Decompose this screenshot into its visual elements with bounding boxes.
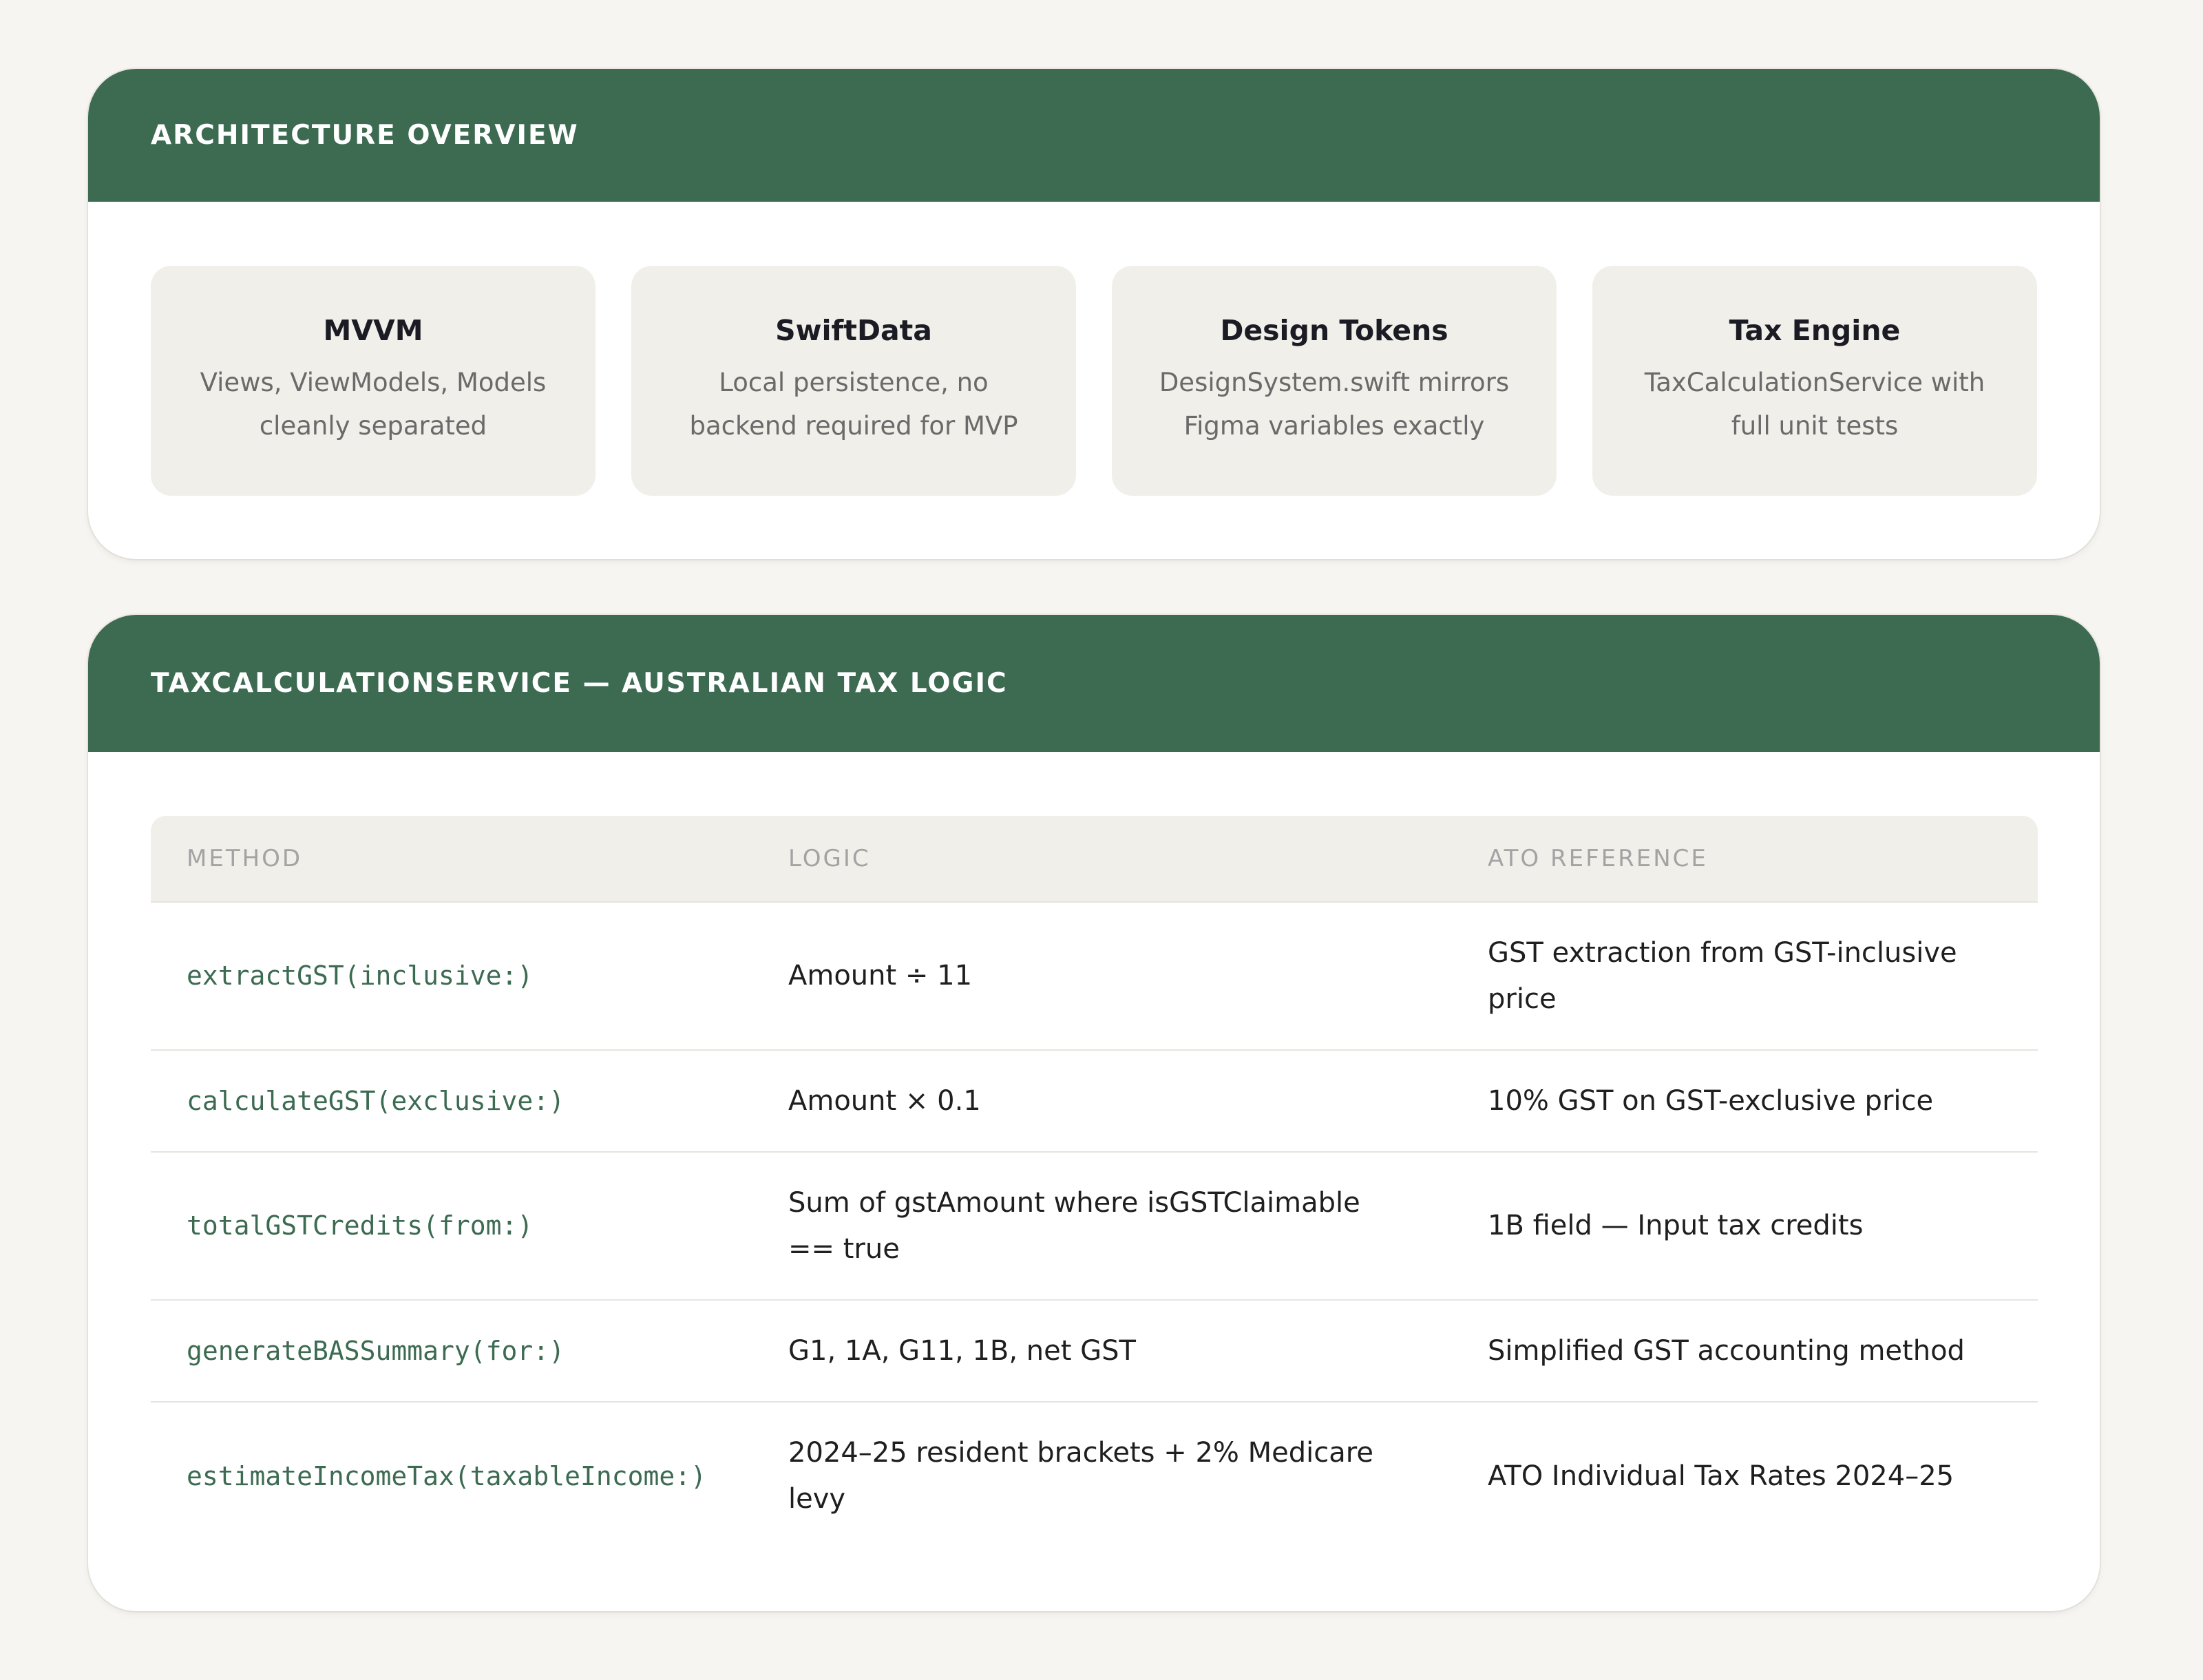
method-cell: generateBASSummary(for:) bbox=[151, 1299, 752, 1402]
method-cell: estimateIncomeTax(taxableIncome:) bbox=[151, 1401, 752, 1550]
column-header-ato-reference: ATO REFERENCE bbox=[1488, 845, 1708, 872]
reference-cell: ATO Individual Tax Rates 2024–25 bbox=[1452, 1401, 2038, 1550]
architecture-tile-swiftdata: SwiftData Local persistence, no backend … bbox=[631, 266, 1076, 496]
table-row: calculateGST(exclusive:) Amount × 0.1 10… bbox=[151, 1049, 2038, 1152]
tile-title: Tax Engine bbox=[1729, 314, 1901, 347]
architecture-tiles: MVVM Views, ViewModels, Models cleanly s… bbox=[151, 266, 2037, 496]
column-header-logic: LOGIC bbox=[788, 845, 871, 872]
tax-service-header: TAXCALCULATIONSERVICE — AUSTRALIAN TAX L… bbox=[88, 615, 2100, 752]
architecture-tile-mvvm: MVVM Views, ViewModels, Models cleanly s… bbox=[151, 266, 595, 496]
logic-cell: 2024–25 resident brackets + 2% Medicare … bbox=[752, 1401, 1452, 1550]
tax-methods-table: METHOD LOGIC ATO REFERENCE extractGST(in… bbox=[151, 816, 2038, 1550]
architecture-overview-title: ARCHITECTURE OVERVIEW bbox=[151, 120, 579, 151]
table-row: generateBASSummary(for:) G1, 1A, G11, 1B… bbox=[151, 1299, 2038, 1402]
reference-cell: 10% GST on GST-exclusive price bbox=[1452, 1049, 2038, 1152]
architecture-overview-card: ARCHITECTURE OVERVIEW MVVM Views, ViewMo… bbox=[88, 69, 2100, 559]
logic-cell: Sum of gstAmount where isGSTClaimable ==… bbox=[752, 1151, 1452, 1300]
logic-cell: Amount ÷ 11 bbox=[752, 901, 1452, 1050]
tile-title: MVVM bbox=[323, 314, 423, 347]
table-header-row: METHOD LOGIC ATO REFERENCE bbox=[151, 816, 2038, 902]
table-row: extractGST(inclusive:) Amount ÷ 11 GST e… bbox=[151, 901, 2038, 1050]
table-row: totalGSTCredits(from:) Sum of gstAmount … bbox=[151, 1151, 2038, 1300]
tile-description: TaxCalculationService with full unit tes… bbox=[1644, 368, 1985, 441]
tile-description: Views, ViewModels, Models cleanly separa… bbox=[200, 368, 547, 441]
architecture-overview-header: ARCHITECTURE OVERVIEW bbox=[88, 69, 2100, 202]
method-cell: calculateGST(exclusive:) bbox=[151, 1049, 752, 1152]
tax-calculation-service-card: TAXCALCULATIONSERVICE — AUSTRALIAN TAX L… bbox=[88, 615, 2100, 1611]
tile-title: SwiftData bbox=[775, 314, 932, 347]
column-header-method: METHOD bbox=[187, 845, 303, 872]
method-cell: extractGST(inclusive:) bbox=[151, 901, 752, 1050]
tile-title: Design Tokens bbox=[1220, 314, 1448, 347]
tile-description: DesignSystem.swift mirrors Figma variabl… bbox=[1159, 368, 1510, 441]
architecture-tile-tax-engine: Tax Engine TaxCalculationService with fu… bbox=[1592, 266, 2037, 496]
tile-description: Local persistence, no backend required f… bbox=[689, 368, 1018, 441]
reference-cell: GST extraction from GST-inclusive price bbox=[1452, 901, 2038, 1050]
method-cell: totalGSTCredits(from:) bbox=[151, 1151, 752, 1300]
architecture-tile-design-tokens: Design Tokens DesignSystem.swift mirrors… bbox=[1112, 266, 1557, 496]
logic-cell: Amount × 0.1 bbox=[752, 1049, 1452, 1152]
logic-cell: G1, 1A, G11, 1B, net GST bbox=[752, 1299, 1452, 1402]
table-row: estimateIncomeTax(taxableIncome:) 2024–2… bbox=[151, 1401, 2038, 1550]
tax-service-title: TAXCALCULATIONSERVICE — AUSTRALIAN TAX L… bbox=[151, 668, 1008, 699]
reference-cell: Simplified GST accounting method bbox=[1452, 1299, 2038, 1402]
reference-cell: 1B field — Input tax credits bbox=[1452, 1151, 2038, 1300]
